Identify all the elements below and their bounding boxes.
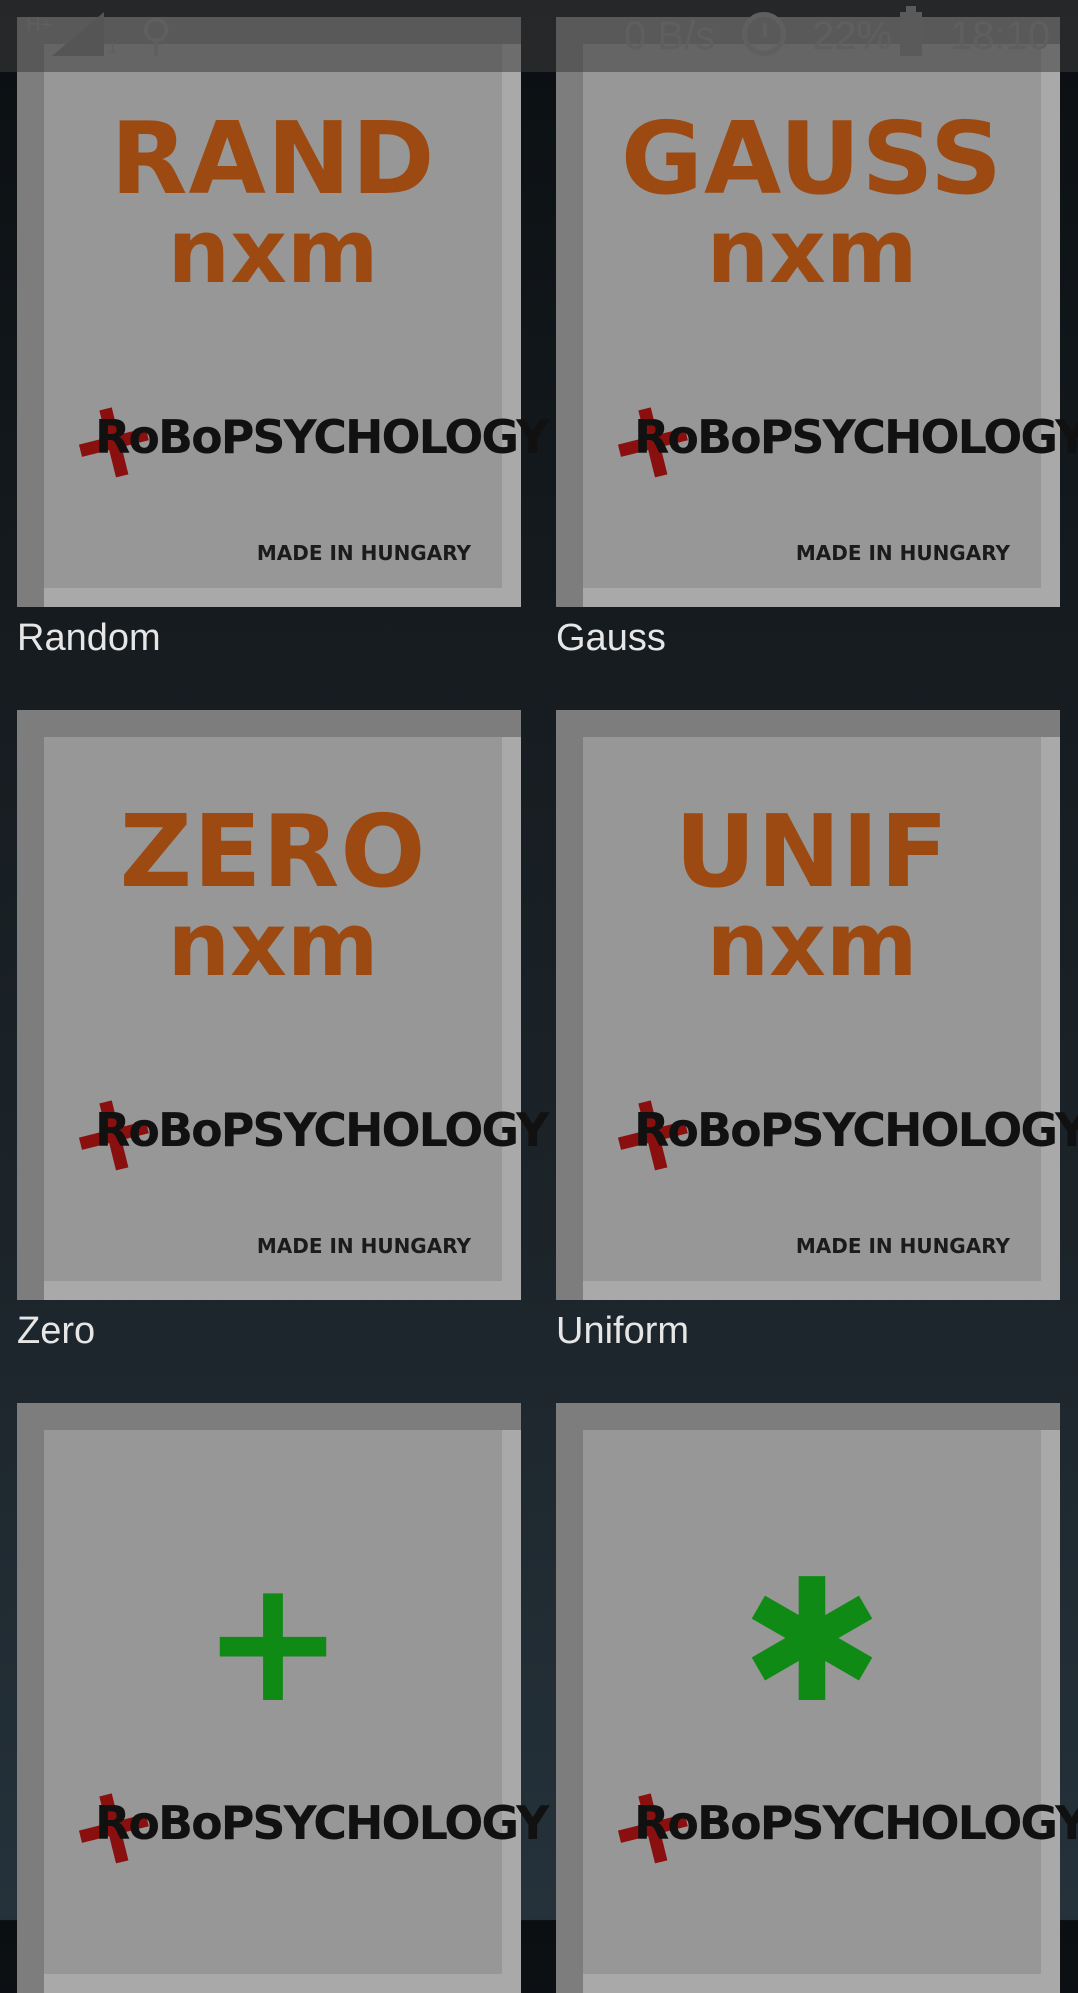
tile-image: + + RoBoPSYCHOLOGY bbox=[45, 1431, 550, 1973]
brand-logo: RoBoPSYCHOLOGY bbox=[634, 1103, 1078, 1157]
made-in-text: MADE IN HUNGARY bbox=[256, 541, 471, 565]
tile-label-random[interactable]: Random bbox=[17, 617, 161, 660]
battery-percent: 22% bbox=[812, 14, 893, 58]
usb-icon: ⚲ bbox=[140, 11, 173, 60]
tile-image: UNIF nxm + RoBoPSYCHOLOGY MADE IN HUNGAR… bbox=[584, 738, 1078, 1280]
tile-label-gauss[interactable]: Gauss bbox=[556, 617, 666, 660]
sim-indicator: 1 bbox=[108, 40, 117, 57]
tile-subtitle: nxm bbox=[167, 893, 379, 996]
brand-logo: RoBoPSYCHOLOGY bbox=[95, 410, 549, 464]
signal-icon bbox=[52, 12, 104, 56]
made-in-text: MADE IN HUNGARY bbox=[256, 1234, 471, 1258]
status-bar: H+ 1 ⚲ 0 B/s 22% 18:10 bbox=[0, 0, 1078, 72]
battery-charging-icon bbox=[900, 6, 922, 56]
tile-subtitle: nxm bbox=[706, 200, 918, 303]
plus-icon: + bbox=[201, 1543, 345, 1741]
tile-zero[interactable]: ZERO nxm + RoBoPSYCHOLOGY MADE IN HUNGAR… bbox=[17, 710, 550, 1300]
tile-label-zero[interactable]: Zero bbox=[17, 1310, 95, 1353]
tile-subtitle: nxm bbox=[706, 893, 918, 996]
brand-logo: RoBoPSYCHOLOGY bbox=[634, 1796, 1078, 1850]
asterisk-icon: ✱ bbox=[740, 1543, 884, 1741]
tile-add[interactable]: + + RoBoPSYCHOLOGY bbox=[17, 1403, 550, 1993]
tile-subtitle: nxm bbox=[167, 200, 379, 303]
brand-logo: RoBoPSYCHOLOGY bbox=[95, 1796, 549, 1850]
brand-logo: RoBoPSYCHOLOGY bbox=[95, 1103, 549, 1157]
made-in-text: MADE IN HUNGARY bbox=[795, 1234, 1010, 1258]
tile-label-uniform[interactable]: Uniform bbox=[556, 1310, 689, 1353]
tile-image: ZERO nxm + RoBoPSYCHOLOGY MADE IN HUNGAR… bbox=[45, 738, 550, 1280]
tile-uniform[interactable]: UNIF nxm + RoBoPSYCHOLOGY MADE IN HUNGAR… bbox=[556, 710, 1078, 1300]
clock: 18:10 bbox=[950, 14, 1051, 58]
tile-gauss[interactable]: GAUSS nxm + RoBoPSYCHOLOGY MADE IN HUNGA… bbox=[556, 17, 1078, 607]
tile-image: RAND nxm + RoBoPSYCHOLOGY MADE IN HUNGAR… bbox=[45, 45, 550, 587]
tile-multiply[interactable]: ✱ + RoBoPSYCHOLOGY bbox=[556, 1403, 1078, 1993]
brand-logo: RoBoPSYCHOLOGY bbox=[634, 410, 1078, 464]
network-type: H+ bbox=[26, 14, 53, 36]
tile-image: ✱ + RoBoPSYCHOLOGY bbox=[584, 1431, 1078, 1973]
made-in-text: MADE IN HUNGARY bbox=[795, 541, 1010, 565]
tile-image: GAUSS nxm + RoBoPSYCHOLOGY MADE IN HUNGA… bbox=[584, 45, 1078, 587]
network-speed: 0 B/s bbox=[624, 14, 716, 58]
alarm-icon bbox=[742, 12, 786, 56]
tile-random[interactable]: RAND nxm + RoBoPSYCHOLOGY MADE IN HUNGAR… bbox=[17, 17, 550, 607]
